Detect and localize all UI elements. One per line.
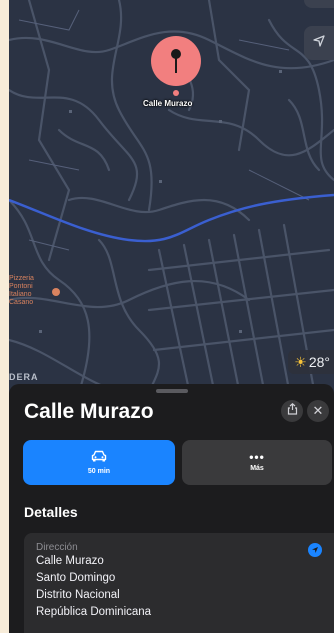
place-title: Calle Murazo: [24, 400, 154, 423]
sun-icon: ☀: [294, 353, 307, 370]
location-arrow-icon: [313, 34, 325, 52]
place-sheet[interactable]: Calle Murazo ✕ 50 min ••• Más Detalles D…: [9, 384, 334, 633]
close-button[interactable]: ✕: [307, 400, 329, 422]
pin-anchor-dot: [173, 90, 179, 96]
share-icon: [287, 402, 298, 420]
temperature: 28°: [308, 354, 330, 370]
more-button[interactable]: ••• Más: [182, 440, 332, 485]
restaurant-icon[interactable]: [52, 288, 60, 296]
navigate-button[interactable]: [308, 543, 322, 557]
car-icon: [91, 450, 107, 464]
pin-label: Calle Murazo: [143, 99, 193, 108]
weather-badge: ☀ 28°: [288, 350, 334, 374]
address-card[interactable]: Dirección Calle Murazo Santo Domingo Dis…: [24, 533, 334, 633]
map-mode-button[interactable]: [304, 0, 334, 8]
poi-label[interactable]: Pizzeria Pontoni Italiano Casano: [9, 275, 34, 307]
close-icon: ✕: [312, 403, 324, 418]
maps-screen: Calle Murazo Pizzeria Pontoni Italiano C…: [9, 0, 334, 633]
location-pin[interactable]: [151, 36, 201, 98]
map-pin-icon: [151, 36, 201, 86]
address-line: Calle Murazo: [36, 555, 104, 567]
address-line: Santo Domingo: [36, 572, 116, 584]
address-label: Dirección: [36, 542, 78, 553]
more-label: Más: [250, 465, 264, 472]
directions-button[interactable]: 50 min: [23, 440, 175, 485]
locate-button[interactable]: [304, 26, 334, 60]
details-heading: Detalles: [24, 504, 78, 520]
ellipsis-icon: •••: [249, 450, 265, 464]
address-line: República Dominicana: [36, 606, 152, 618]
map-view[interactable]: Calle Murazo Pizzeria Pontoni Italiano C…: [9, 0, 334, 392]
address-line: Distrito Nacional: [36, 589, 120, 601]
sheet-grabber[interactable]: [156, 389, 188, 393]
navigation-arrow-icon: [311, 541, 319, 559]
street-label: DERA: [9, 372, 39, 382]
share-button[interactable]: [281, 400, 303, 422]
directions-label: 50 min: [87, 468, 111, 475]
